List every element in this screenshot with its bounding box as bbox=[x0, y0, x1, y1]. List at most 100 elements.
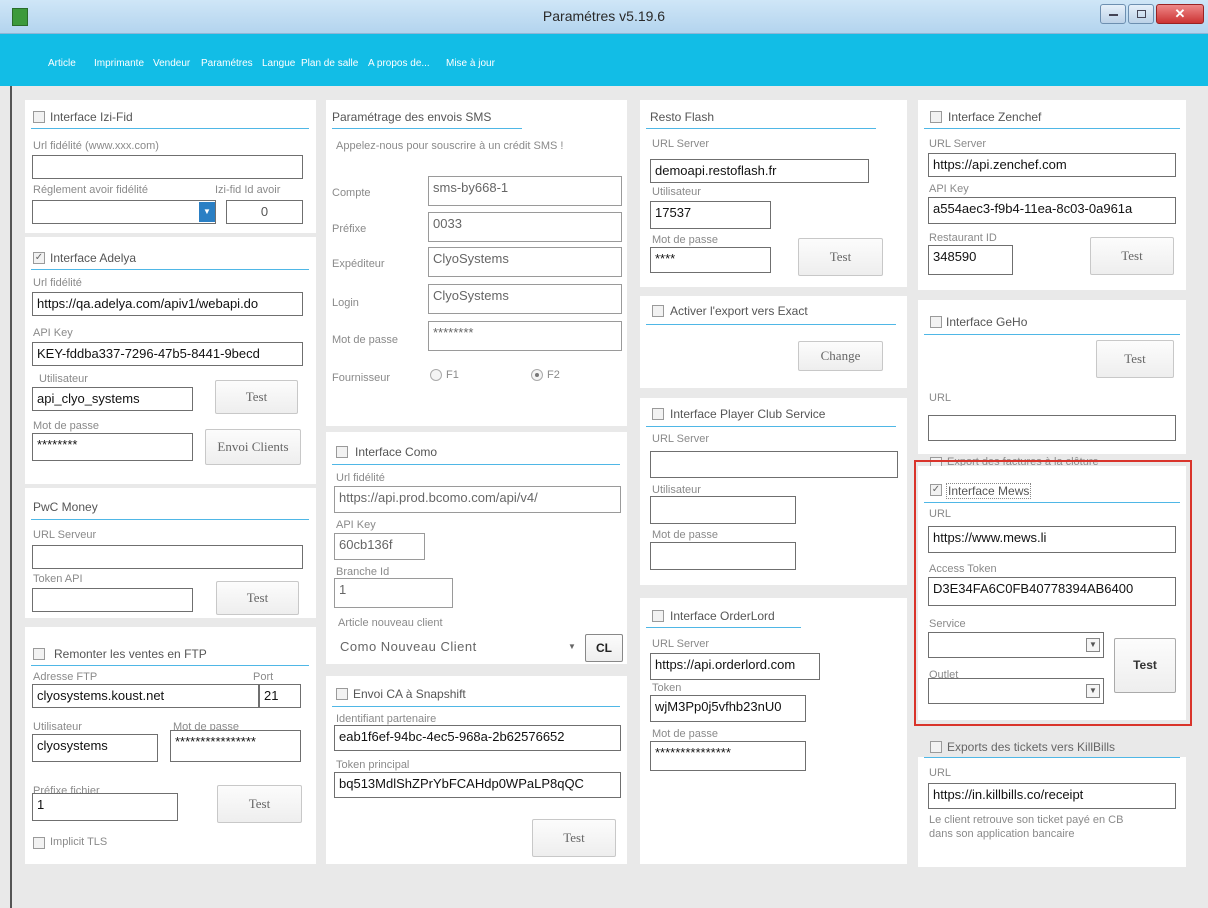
sms-compte-input[interactable]: sms-by668-1 bbox=[428, 176, 622, 206]
menu-vendeur[interactable]: Vendeur bbox=[153, 58, 190, 69]
geho-test-button[interactable]: Test bbox=[1096, 340, 1174, 378]
pwc-url-input[interactable] bbox=[32, 545, 303, 569]
killbills-url-input[interactable]: https://in.killbills.co/receipt bbox=[928, 783, 1176, 809]
sms-pass-label: Mot de passe bbox=[332, 334, 399, 346]
maximize-button[interactable] bbox=[1128, 4, 1154, 24]
player-user-input[interactable] bbox=[650, 496, 796, 524]
menu-imprimante[interactable]: Imprimante bbox=[94, 58, 144, 69]
adelya-test-button[interactable]: Test bbox=[215, 380, 298, 414]
player-pass-input[interactable] bbox=[650, 542, 796, 570]
sms-exp-input[interactable]: ClyoSystems bbox=[428, 247, 622, 277]
como-apikey-input[interactable]: 60cb136f bbox=[334, 533, 425, 560]
geho-checkbox[interactable] bbox=[930, 316, 942, 328]
adelya-envoi-clients-button[interactable]: Envoi Clients bbox=[205, 429, 301, 465]
ftp-prefix-input[interactable]: 1 bbox=[32, 793, 178, 821]
divider bbox=[924, 128, 1180, 129]
close-button[interactable]: ✕ bbox=[1156, 4, 1204, 24]
sms-compte-label: Compte bbox=[332, 187, 371, 199]
sms-login-input[interactable]: ClyoSystems bbox=[428, 284, 622, 314]
player-title: Interface Player Club Service bbox=[670, 407, 826, 421]
izifid-avoir-input[interactable]: 0 bbox=[226, 200, 303, 224]
menu-bar: Article Imprimante Vendeur Paramétres La… bbox=[0, 34, 1208, 86]
resto-url-input[interactable]: demoapi.restoflash.fr bbox=[650, 159, 869, 183]
chevron-down-icon[interactable]: ▼ bbox=[199, 202, 215, 222]
menu-plan-de-salle[interactable]: Plan de salle bbox=[301, 58, 358, 69]
adelya-user-label: Utilisateur bbox=[39, 373, 88, 385]
sms-f1-radio[interactable] bbox=[430, 369, 442, 381]
exact-checkbox[interactable] bbox=[652, 305, 664, 317]
geho-url-input[interactable] bbox=[928, 415, 1176, 441]
zenchef-url-input[interactable]: https://api.zenchef.com bbox=[928, 153, 1176, 177]
resto-pass-input[interactable]: **** bbox=[650, 247, 771, 273]
killbills-note-2: dans son application bancaire bbox=[929, 828, 1075, 840]
panel-geho: Interface GeHo Test URL bbox=[918, 300, 1186, 454]
snapshift-test-button[interactable]: Test bbox=[532, 819, 616, 857]
ftp-pass-input[interactable]: **************** bbox=[170, 730, 301, 762]
panel-zenchef: Interface Zenchef URL Server https://api… bbox=[918, 100, 1186, 290]
menu-langue[interactable]: Langue bbox=[262, 58, 295, 69]
geho-title: Interface GeHo bbox=[946, 315, 1028, 329]
izifid-url-input[interactable] bbox=[32, 155, 303, 179]
minimize-button[interactable] bbox=[1100, 4, 1126, 24]
menu-article[interactable]: Article bbox=[48, 58, 76, 69]
como-url-input[interactable]: https://api.prod.bcomo.com/api/v4/ bbox=[334, 486, 621, 513]
zenchef-url-label: URL Server bbox=[929, 138, 987, 150]
sms-pass-input[interactable]: ******** bbox=[428, 321, 622, 351]
adelya-url-input[interactable]: https://qa.adelya.com/apiv1/webapi.do bbox=[32, 292, 303, 316]
como-article-label: Article nouveau client bbox=[338, 617, 443, 629]
menu-a-propos[interactable]: A propos de... bbox=[368, 58, 430, 69]
orderlord-checkbox[interactable] bbox=[652, 610, 664, 622]
como-article-select[interactable]: Como Nouveau Client bbox=[340, 639, 477, 654]
killbills-checkbox[interactable] bbox=[930, 741, 942, 753]
orderlord-token-input[interactable]: wjM3Pp0j5vfhb23nU0 bbox=[650, 695, 806, 722]
pwc-test-button[interactable]: Test bbox=[216, 581, 299, 615]
resto-test-button[interactable]: Test bbox=[798, 238, 883, 276]
izifid-checkbox[interactable] bbox=[33, 111, 45, 123]
player-pass-label: Mot de passe bbox=[652, 529, 719, 541]
menu-mise-a-jour[interactable]: Mise à jour bbox=[446, 58, 495, 69]
player-checkbox[interactable] bbox=[652, 408, 664, 420]
exact-change-button[interactable]: Change bbox=[798, 341, 883, 371]
sms-f2-label: F2 bbox=[547, 369, 560, 381]
menu-parametres[interactable]: Paramétres bbox=[201, 58, 253, 69]
sms-title: Paramétrage des envois SMS bbox=[332, 110, 492, 124]
ftp-checkbox[interactable] bbox=[33, 648, 45, 660]
sms-four-label: Fournisseur bbox=[332, 372, 391, 384]
player-url-input[interactable] bbox=[650, 451, 898, 478]
zenchef-apikey-label: API Key bbox=[929, 183, 969, 195]
ftp-tls-checkbox[interactable] bbox=[33, 837, 45, 849]
adelya-url-label: Url fidélité bbox=[33, 277, 82, 289]
zenchef-checkbox[interactable] bbox=[930, 111, 942, 123]
divider bbox=[332, 706, 620, 707]
snapshift-token-input[interactable]: bq513MdlShZPrYbFCAHdp0WPaLP8qQC bbox=[334, 772, 621, 798]
panel-adelya: ✓ Interface Adelya Url fidélité https://… bbox=[25, 237, 316, 484]
ftp-user-input[interactable]: clyosystems bbox=[32, 734, 158, 762]
orderlord-pass-input[interactable]: *************** bbox=[650, 741, 806, 771]
snapshift-id-input[interactable]: eab1f6ef-94bc-4ec5-968a-2b62576652 bbox=[334, 725, 621, 751]
zenchef-test-button[interactable]: Test bbox=[1090, 237, 1174, 275]
ftp-addr-input[interactable]: clyosystems.koust.net bbox=[32, 684, 259, 708]
pwc-token-input[interactable] bbox=[32, 588, 193, 612]
adelya-checkbox[interactable]: ✓ bbox=[33, 252, 45, 264]
ftp-port-input[interactable]: 21 bbox=[259, 684, 301, 708]
orderlord-url-input[interactable]: https://api.orderlord.com bbox=[650, 653, 820, 680]
chevron-down-icon[interactable]: ▼ bbox=[568, 642, 576, 651]
geho-url-label: URL bbox=[929, 392, 952, 404]
sms-f2-radio[interactable] bbox=[531, 369, 543, 381]
como-checkbox[interactable] bbox=[336, 446, 348, 458]
adelya-apikey-input[interactable]: KEY-fddba337-7296-47b5-8441-9becd bbox=[32, 342, 303, 366]
como-branche-input[interactable]: 1 bbox=[334, 578, 453, 608]
killbills-title: Exports des tickets vers KillBills bbox=[947, 740, 1116, 754]
adelya-user-input[interactable]: api_clyo_systems bbox=[32, 387, 193, 411]
snapshift-checkbox[interactable] bbox=[336, 688, 348, 700]
adelya-title: Interface Adelya bbox=[50, 251, 137, 265]
adelya-pass-input[interactable]: ******** bbox=[32, 433, 193, 461]
resto-user-input[interactable]: 17537 bbox=[650, 201, 771, 229]
ftp-user-label: Utilisateur bbox=[33, 721, 82, 733]
zenchef-rest-input[interactable]: 348590 bbox=[928, 245, 1013, 275]
sms-prefixe-input[interactable]: 0033 bbox=[428, 212, 622, 242]
zenchef-apikey-input[interactable]: a554aec3-f9b4-11ea-8c03-0a961a bbox=[928, 197, 1176, 224]
izifid-reglement-select[interactable] bbox=[32, 200, 216, 224]
ftp-test-button[interactable]: Test bbox=[217, 785, 302, 823]
como-cl-button[interactable]: CL bbox=[585, 634, 623, 662]
